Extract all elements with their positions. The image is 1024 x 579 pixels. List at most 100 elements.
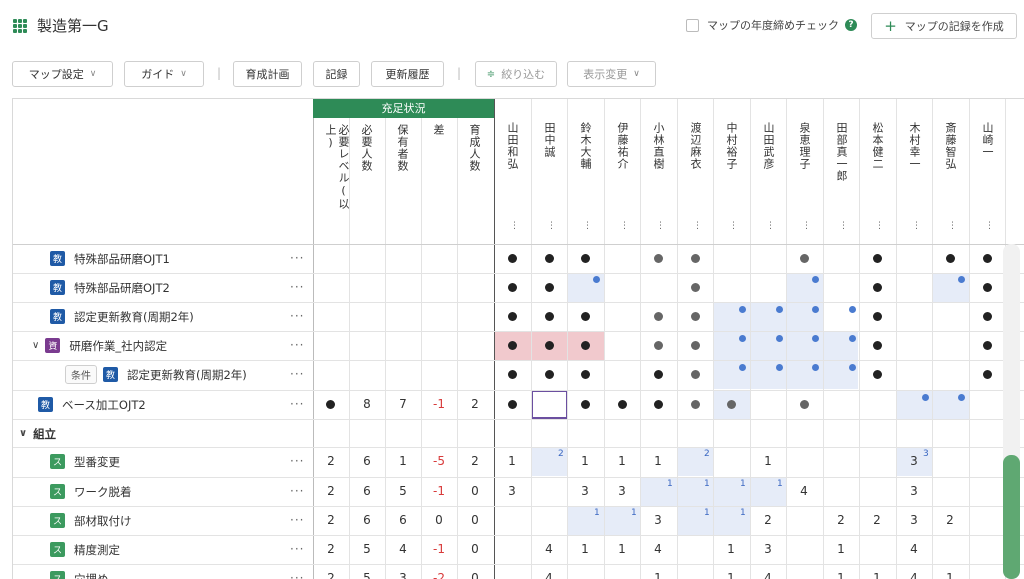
target-mark[interactable] bbox=[849, 306, 856, 313]
target-mark[interactable] bbox=[849, 335, 856, 342]
skill-mark[interactable] bbox=[618, 400, 627, 409]
skill-mark[interactable] bbox=[983, 254, 992, 263]
table-row-label[interactable]: ス型番変更 bbox=[50, 447, 120, 476]
person-column-header[interactable]: 山田和弘 bbox=[506, 122, 519, 222]
person-column-header[interactable]: 小林直樹 bbox=[652, 122, 665, 222]
record-button[interactable]: 記録 bbox=[313, 61, 360, 87]
kebab-menu-icon[interactable]: ⋮ bbox=[656, 222, 665, 231]
skill-mark[interactable] bbox=[581, 341, 590, 350]
target-mark[interactable] bbox=[776, 306, 783, 313]
person-column-header[interactable]: 松本健二 bbox=[871, 122, 884, 222]
kebab-menu-icon[interactable]: ⋮ bbox=[620, 222, 629, 231]
row-menu-icon[interactable]: ··· bbox=[290, 484, 304, 498]
table-row-label[interactable]: 教認定更新教育(周期2年) bbox=[50, 302, 194, 331]
target-mark[interactable] bbox=[739, 364, 746, 371]
level-value[interactable]: 3 bbox=[604, 477, 640, 506]
level-value[interactable]: 4 bbox=[750, 564, 786, 579]
skill-mark[interactable] bbox=[691, 312, 700, 321]
help-icon[interactable]: ? bbox=[845, 19, 857, 31]
skill-mark[interactable] bbox=[508, 400, 517, 409]
level-value[interactable]: 2 bbox=[750, 506, 786, 535]
skill-mark[interactable] bbox=[873, 312, 882, 321]
skill-mark[interactable] bbox=[873, 254, 882, 263]
level-value[interactable]: 1 bbox=[859, 564, 895, 579]
skill-mark[interactable] bbox=[691, 400, 700, 409]
kebab-menu-icon[interactable]: ⋮ bbox=[875, 222, 884, 231]
skill-mark[interactable] bbox=[983, 283, 992, 292]
level-value[interactable]: 1 bbox=[750, 447, 786, 476]
target-mark[interactable] bbox=[776, 335, 783, 342]
kebab-menu-icon[interactable]: ⋮ bbox=[948, 222, 957, 231]
kebab-menu-icon[interactable]: ⋮ bbox=[547, 222, 556, 231]
person-column-header[interactable]: 中村裕子 bbox=[725, 122, 738, 222]
kebab-menu-icon[interactable]: ⋮ bbox=[510, 222, 519, 231]
chevron-down-icon[interactable]: ∨ bbox=[32, 340, 39, 351]
vertical-scrollbar-thumb[interactable] bbox=[1003, 455, 1020, 579]
skill-mark[interactable] bbox=[654, 254, 663, 263]
skill-mark[interactable] bbox=[873, 341, 882, 350]
level-value[interactable]: 4 bbox=[531, 535, 567, 564]
selected-cell[interactable] bbox=[531, 390, 568, 419]
target-mark[interactable] bbox=[812, 335, 819, 342]
skill-mark[interactable] bbox=[800, 400, 809, 409]
level-value[interactable]: 1 bbox=[823, 535, 859, 564]
skill-mark[interactable] bbox=[691, 370, 700, 379]
skill-mark[interactable] bbox=[545, 254, 554, 263]
table-row-label[interactable]: ∨ 資研磨作業_社内認定 bbox=[32, 331, 167, 360]
level-value[interactable]: 1 bbox=[604, 535, 640, 564]
skill-mark[interactable] bbox=[691, 341, 700, 350]
skill-mark[interactable] bbox=[983, 312, 992, 321]
filter-button[interactable]: ≑ 絞り込む bbox=[475, 61, 557, 87]
level-value[interactable]: 1 bbox=[823, 564, 859, 579]
level-value[interactable]: 1 bbox=[567, 447, 603, 476]
row-menu-icon[interactable]: ··· bbox=[290, 367, 304, 381]
person-column-header[interactable]: 斎藤智弘 bbox=[944, 122, 957, 222]
kebab-menu-icon[interactable]: ⋮ bbox=[802, 222, 811, 231]
level-value[interactable]: 3 bbox=[494, 477, 530, 506]
display-change-button[interactable]: 表示変更 ∨ bbox=[567, 61, 656, 87]
update-history-button[interactable]: 更新履歴 bbox=[371, 61, 444, 87]
skill-mark[interactable] bbox=[691, 283, 700, 292]
row-menu-icon[interactable]: ··· bbox=[290, 542, 304, 556]
skill-mark[interactable] bbox=[508, 312, 517, 321]
level-value[interactable]: 3 bbox=[896, 506, 932, 535]
level-value[interactable]: 4 bbox=[640, 535, 676, 564]
kebab-menu-icon[interactable]: ⋮ bbox=[912, 222, 921, 231]
skill-mark[interactable] bbox=[654, 400, 663, 409]
kebab-menu-icon[interactable]: ⋮ bbox=[839, 222, 848, 231]
skill-mark[interactable] bbox=[873, 283, 882, 292]
person-column-header[interactable]: 鈴木大輔 bbox=[579, 122, 592, 222]
level-value[interactable]: 2 bbox=[859, 506, 895, 535]
target-mark[interactable] bbox=[593, 276, 600, 283]
person-column-header[interactable]: 伊藤祐介 bbox=[616, 122, 629, 222]
skill-mark[interactable] bbox=[545, 341, 554, 350]
skill-mark[interactable] bbox=[581, 400, 590, 409]
kebab-menu-icon[interactable]: ⋮ bbox=[729, 222, 738, 231]
target-mark[interactable] bbox=[739, 306, 746, 313]
level-value[interactable]: 1 bbox=[713, 535, 749, 564]
level-value[interactable]: 4 bbox=[786, 477, 822, 506]
year-close-check[interactable]: マップの年度締めチェック ? bbox=[686, 17, 857, 33]
table-row-label[interactable]: ス精度測定 bbox=[50, 535, 120, 564]
skill-mark[interactable] bbox=[983, 370, 992, 379]
kebab-menu-icon[interactable]: ⋮ bbox=[766, 222, 775, 231]
target-mark[interactable] bbox=[958, 276, 965, 283]
table-row-label[interactable]: ス部材取付け bbox=[50, 506, 132, 535]
table-row-label[interactable]: 条件教認定更新教育(周期2年) bbox=[65, 360, 247, 389]
kebab-menu-icon[interactable]: ⋮ bbox=[693, 222, 702, 231]
target-mark[interactable] bbox=[922, 394, 929, 401]
apps-grid-icon[interactable] bbox=[13, 19, 27, 33]
target-mark[interactable] bbox=[812, 276, 819, 283]
skill-mark[interactable] bbox=[654, 341, 663, 350]
row-menu-icon[interactable]: ··· bbox=[290, 571, 304, 579]
skill-mark[interactable] bbox=[581, 254, 590, 263]
row-menu-icon[interactable]: ··· bbox=[290, 338, 304, 352]
level-value[interactable]: 3 bbox=[896, 477, 932, 506]
person-column-header[interactable]: 泉恵理子 bbox=[798, 122, 811, 222]
level-value[interactable]: 3 bbox=[750, 535, 786, 564]
skill-mark[interactable] bbox=[691, 254, 700, 263]
skill-mark[interactable] bbox=[508, 254, 517, 263]
person-column-header[interactable]: 山田武彦 bbox=[762, 122, 775, 222]
skill-mark[interactable] bbox=[581, 370, 590, 379]
level-value[interactable]: 4 bbox=[896, 535, 932, 564]
